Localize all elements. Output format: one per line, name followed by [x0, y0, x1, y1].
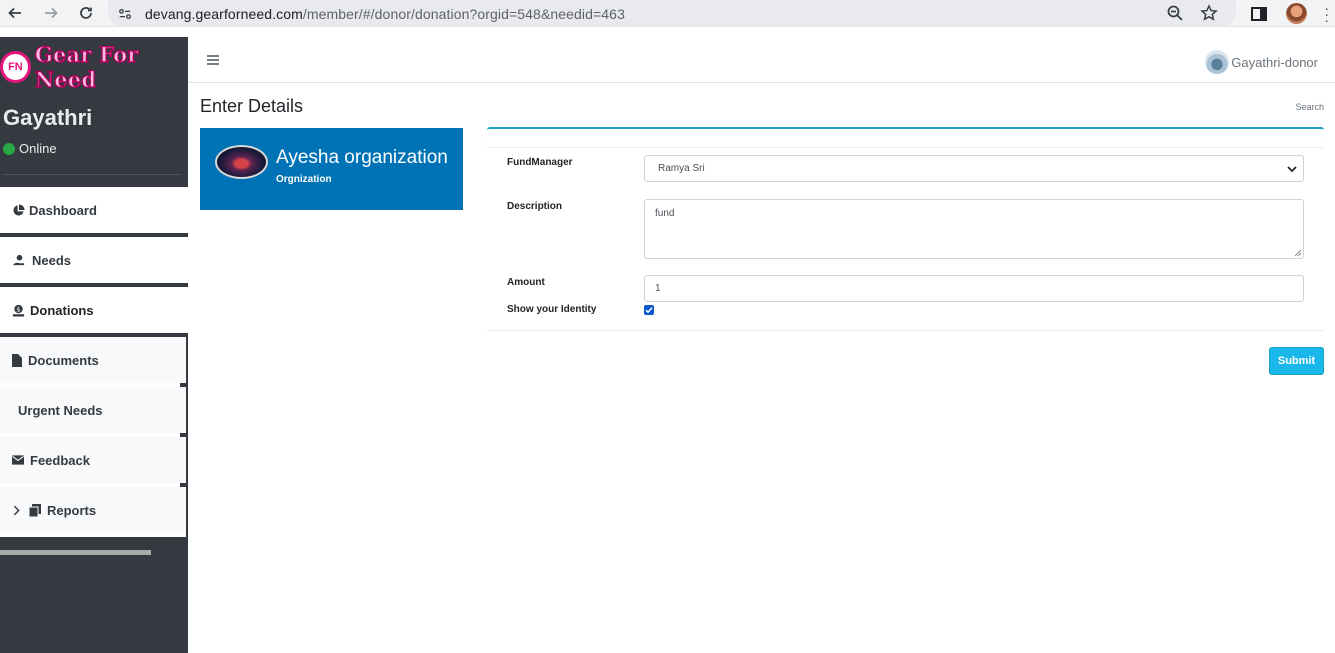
chevron-right-icon [11, 503, 21, 517]
show-identity-checkbox[interactable] [644, 305, 654, 315]
description-label: Description [507, 201, 563, 212]
url-path: /member/#/donor/donation?orgid=548&needi… [302, 5, 625, 22]
user-status-label: Online [19, 141, 57, 156]
forward-icon[interactable] [42, 4, 60, 22]
sidebar-item-label: Feedback [30, 452, 90, 468]
svg-text:$: $ [16, 305, 20, 313]
reload-icon[interactable] [77, 4, 95, 22]
sidebar-item-urgent-needs[interactable]: Urgent Needs [0, 387, 186, 437]
brand-logo-icon: FN [0, 51, 31, 83]
back-icon[interactable] [6, 4, 24, 22]
sidebar-item-label: Urgent Needs [18, 402, 103, 418]
brand[interactable]: FN Gear For Need [0, 41, 188, 93]
browser-toolbar: devang.gearforneed.com/member/#/donor/do… [0, 0, 1335, 27]
bookmark-star-icon[interactable] [1200, 4, 1218, 22]
online-dot-icon [3, 142, 15, 155]
show-identity-label: Show your Identity [507, 304, 597, 315]
envelope-icon [11, 453, 24, 467]
org-card: Ayesha organization Orgnization [200, 128, 463, 210]
address-bar[interactable]: devang.gearforneed.com/member/#/donor/do… [108, 0, 1236, 27]
brand-name: Gear For Need [34, 41, 139, 92]
user-avatar [1205, 50, 1230, 74]
user-menu-label: Gayathri-donor [1231, 54, 1318, 70]
checkmark-icon [645, 307, 653, 314]
submit-button[interactable]: Submit [1269, 347, 1324, 375]
site-info-icon[interactable] [114, 2, 136, 25]
url-text[interactable]: devang.gearforneed.com/member/#/donor/do… [145, 6, 625, 22]
form-card-header [487, 127, 1324, 147]
amount-input[interactable]: 1 [644, 275, 1304, 302]
file-icon [11, 353, 22, 367]
sidebar-menu: Dashboard Needs $ Donations Documents Ur [0, 187, 188, 537]
chevron-down-icon [1287, 166, 1297, 173]
sidebar-item-feedback[interactable]: Feedback [0, 437, 186, 487]
donate-icon: $ [11, 303, 26, 317]
sidebar-item-documents[interactable]: Documents [0, 337, 186, 387]
sidebar-item-label: Donations [30, 302, 94, 318]
zoom-icon[interactable] [1166, 4, 1184, 22]
sidebar-item-label: Reports [47, 502, 97, 518]
url-host: devang.gearforneed.com [145, 5, 303, 22]
org-logo [215, 145, 268, 179]
sidebar-scrollbar[interactable] [0, 550, 151, 555]
amount-value: 1 [655, 283, 661, 294]
form-divider [487, 330, 1324, 331]
sidebar-item-label: Needs [32, 252, 72, 268]
sidebar-item-dashboard[interactable]: Dashboard [0, 187, 188, 237]
fund-manager-label: FundManager [507, 157, 573, 168]
main-content: Enter Details Ayesha organization Orgniz… [188, 83, 1335, 653]
copy-icon [28, 503, 41, 517]
sidebar-item-reports[interactable]: Reports [0, 487, 186, 537]
fund-manager-value: Ramya Sri [658, 163, 705, 174]
sidebar-item-label: Dashboard [29, 202, 97, 218]
sidebar: FN Gear For Need Gayathri Online Dashboa… [0, 37, 188, 653]
hamburger-menu-icon[interactable] [207, 53, 219, 65]
user-name[interactable]: Gayathri [3, 105, 92, 131]
description-textarea[interactable]: fund [644, 199, 1304, 259]
side-panel-icon[interactable] [1250, 5, 1268, 23]
sidebar-item-donations[interactable]: $ Donations [0, 287, 188, 337]
user-status[interactable]: Online [3, 141, 57, 156]
hand-holding-icon [11, 253, 28, 267]
description-value: fund [655, 208, 675, 219]
profile-avatar-icon[interactable] [1286, 3, 1307, 24]
org-type: Orgnization [276, 174, 332, 185]
page-title: Enter Details [200, 96, 304, 116]
amount-label: Amount [507, 277, 545, 288]
fund-manager-select[interactable]: Ramya Sri [644, 155, 1304, 182]
org-name: Ayesha organization [276, 147, 448, 168]
browser-menu-icon[interactable]: · · · [1324, 1, 1329, 27]
user-menu[interactable]: Gayathri-donor [1205, 50, 1318, 74]
resize-grip-icon[interactable] [1294, 249, 1302, 257]
pie-chart-icon [11, 203, 25, 217]
user-divider [3, 174, 182, 175]
topbar: Gayathri-donor [188, 37, 1335, 83]
search-link[interactable]: Search [1295, 102, 1324, 112]
sidebar-item-label: Documents [28, 352, 99, 368]
sidebar-item-needs[interactable]: Needs [0, 237, 188, 287]
